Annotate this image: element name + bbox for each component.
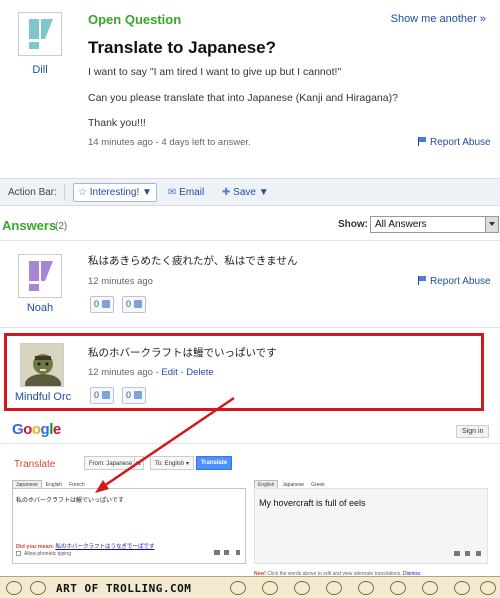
doodle-icon xyxy=(454,581,470,595)
doodle-icon xyxy=(358,581,374,595)
doodle-icon xyxy=(390,581,406,595)
watermark-brand: ART OF TROLLING.COM xyxy=(56,582,192,595)
doodle-icon xyxy=(326,581,342,595)
doodle-icon xyxy=(262,581,278,595)
doodle-icon xyxy=(422,581,438,595)
doodle-icon xyxy=(294,581,310,595)
doodle-icon xyxy=(480,581,496,595)
doodle-icon xyxy=(30,581,46,595)
doodle-icon xyxy=(6,581,22,595)
footer-banner: ART OF TROLLING.COM xyxy=(0,576,500,598)
doodle-icon xyxy=(230,581,246,595)
red-arrow-icon xyxy=(95,396,235,493)
